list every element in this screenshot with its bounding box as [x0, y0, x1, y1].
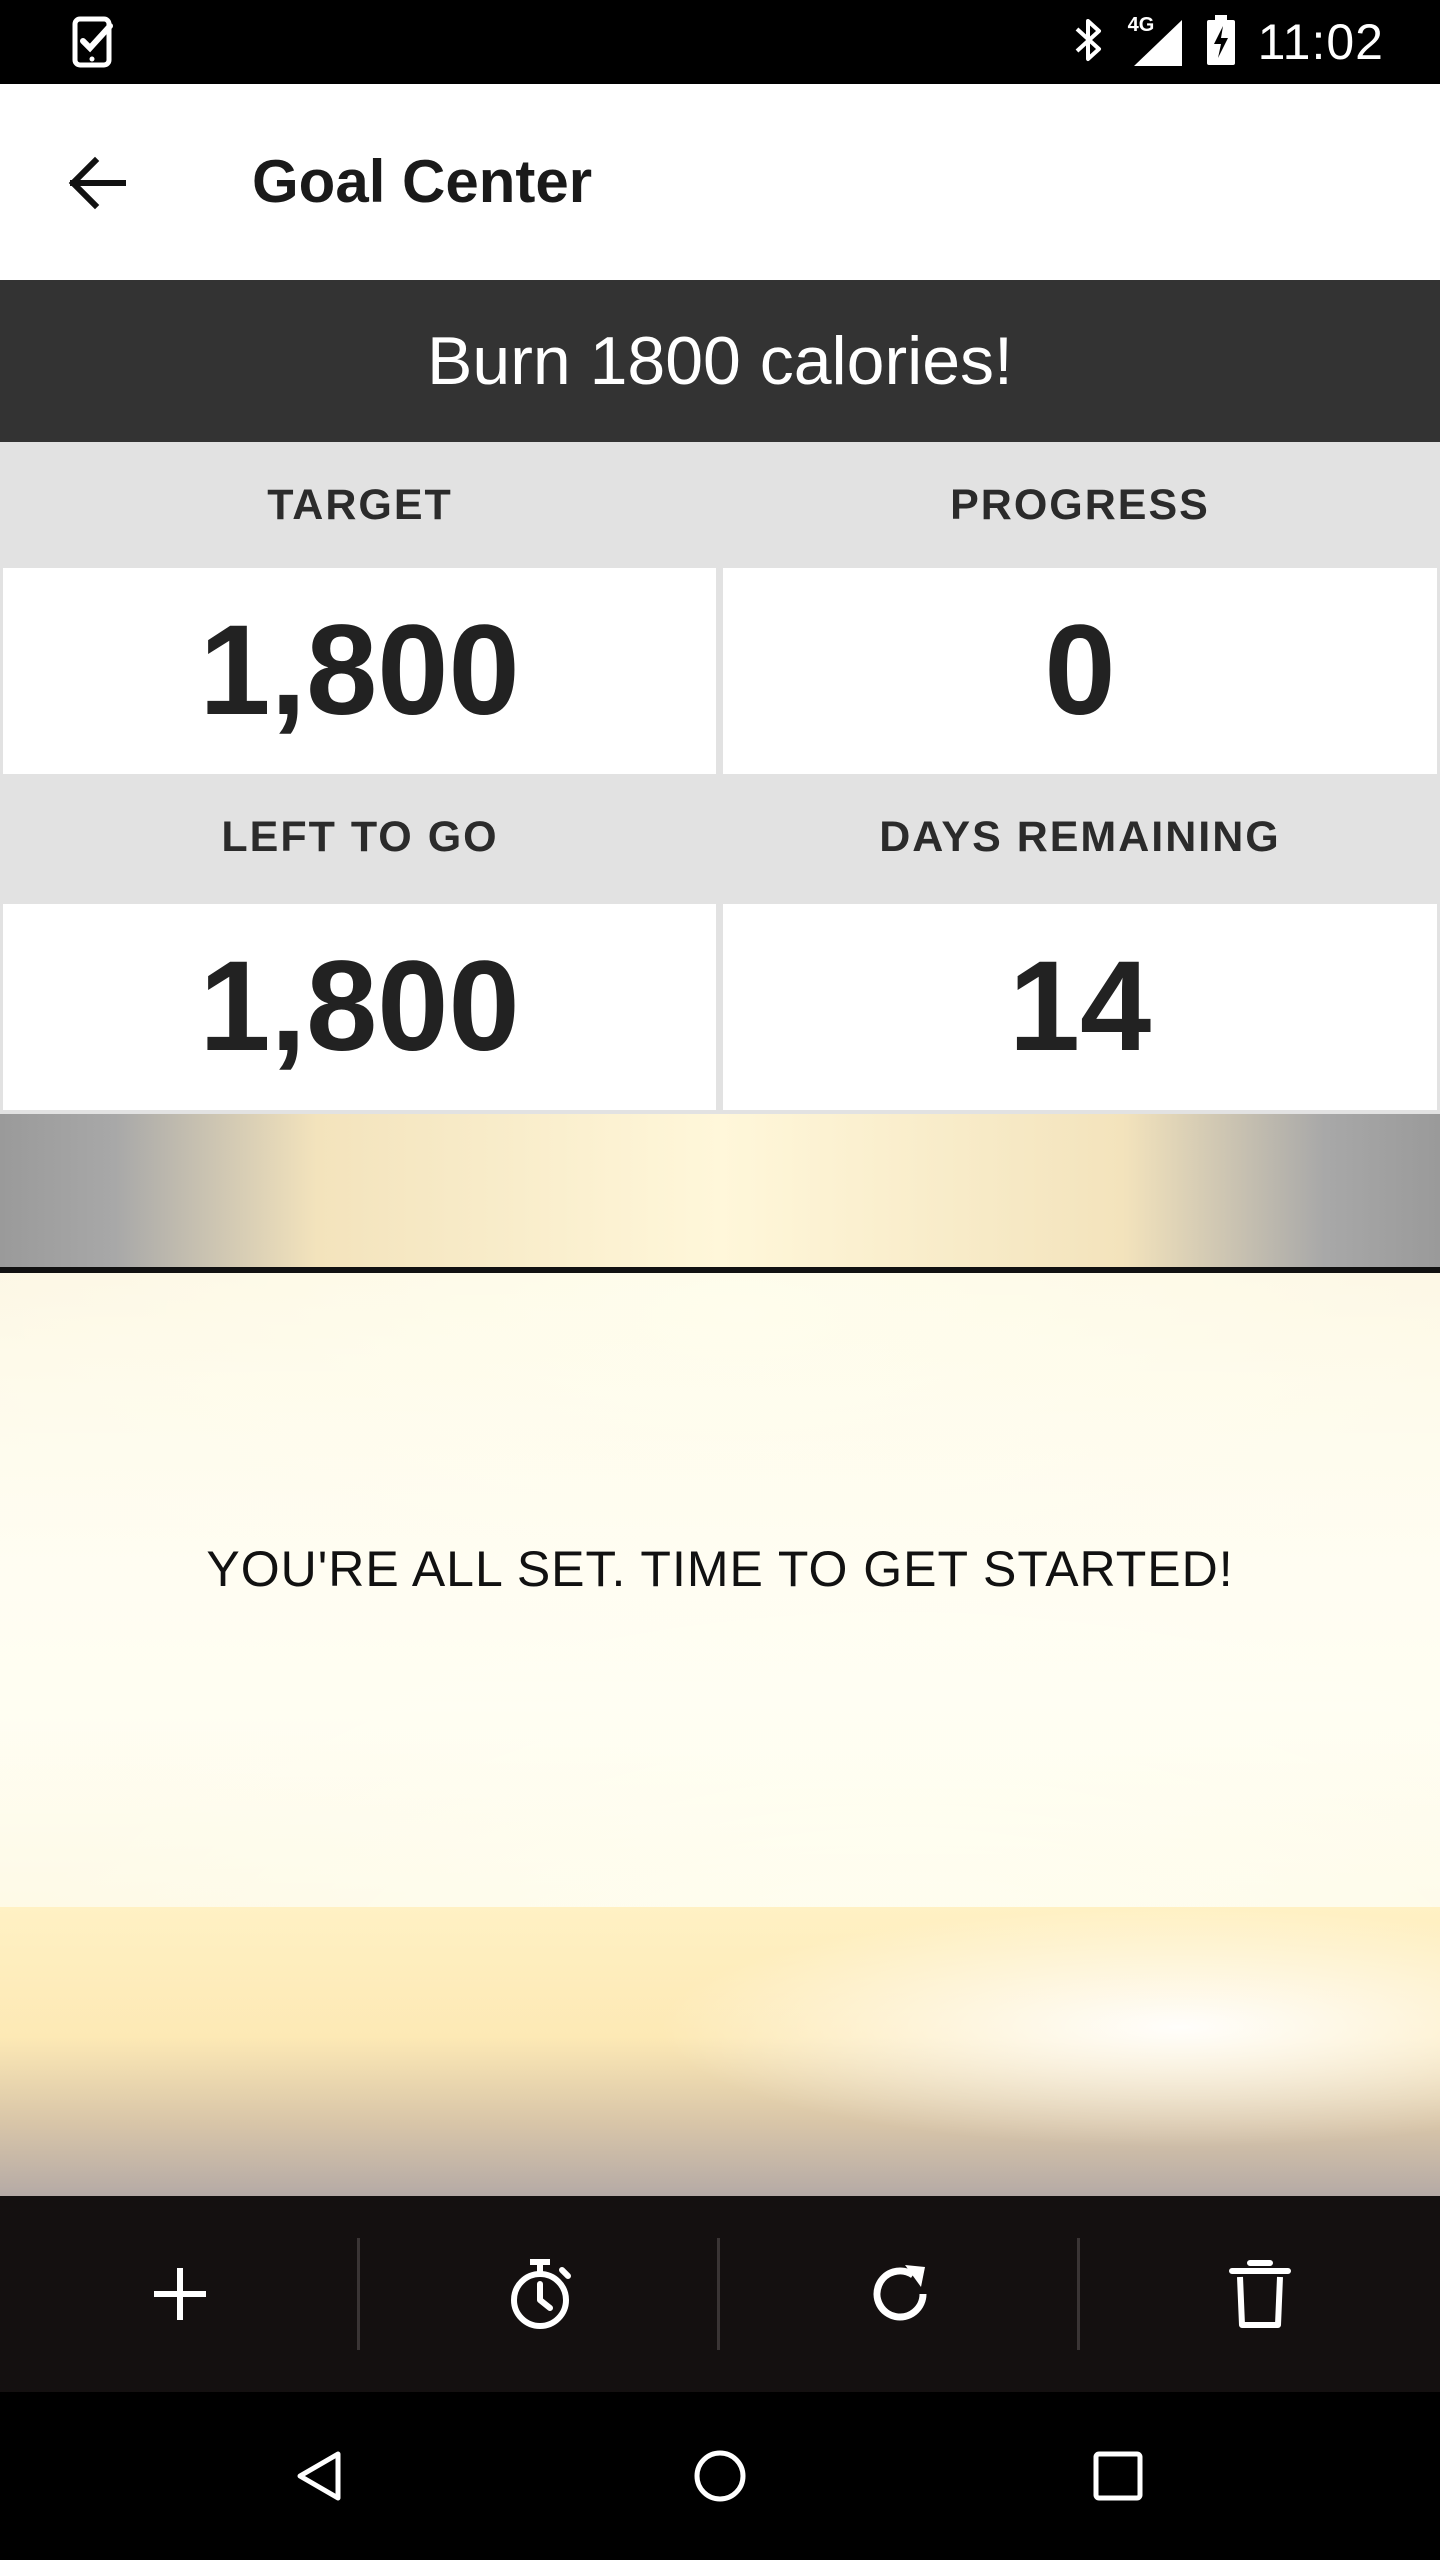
bluetooth-icon [1072, 15, 1106, 70]
target-value: 1,800 [3, 568, 716, 774]
plus-icon [154, 2268, 206, 2320]
app-bar: Goal Center [0, 84, 1440, 280]
recents-square-icon [1093, 2451, 1143, 2501]
background-lower [0, 1907, 1440, 2196]
days-remaining-label: DAYS REMAINING [879, 813, 1281, 861]
status-bar: 4G 11:02 [0, 0, 1440, 84]
status-message: YOU'RE ALL SET. TIME TO GET STARTED! [206, 1541, 1234, 1597]
status-time: 11:02 [1257, 14, 1384, 70]
nav-back-button[interactable] [270, 2426, 370, 2526]
timer-button[interactable] [360, 2196, 720, 2392]
arrow-left-icon [68, 156, 126, 210]
left-to-go-value: 1,800 [3, 904, 716, 1110]
page-title: Goal Center [252, 148, 593, 215]
target-label: TARGET [267, 481, 453, 529]
trash-icon [1229, 2260, 1291, 2328]
bottom-toolbar [0, 2196, 1440, 2392]
add-button[interactable] [0, 2196, 360, 2392]
task-check-icon [72, 16, 116, 68]
battery-charging-icon [1206, 14, 1236, 71]
background-band [0, 1114, 1440, 1270]
delete-button[interactable] [1080, 2196, 1440, 2392]
home-circle-icon [694, 2450, 746, 2502]
screen: 4G 11:02 Goal Center Burn 1800 calories!… [0, 0, 1440, 2560]
nav-home-button[interactable] [670, 2426, 770, 2526]
status-icons: 4G 11:02 [1072, 0, 1384, 84]
signal-icon: 4G [1127, 14, 1184, 68]
nav-recents-button[interactable] [1068, 2426, 1168, 2526]
back-button[interactable] [52, 138, 142, 228]
system-nav-bar [0, 2392, 1440, 2560]
network-type: 4G [1127, 14, 1155, 36]
progress-label: PROGRESS [950, 481, 1210, 529]
left-to-go-label: LEFT TO GO [221, 813, 499, 861]
stats-grid: TARGET PROGRESS 1,800 0 LEFT TO GO DAYS … [0, 442, 1440, 1114]
refresh-icon [873, 2265, 927, 2321]
days-remaining-value: 14 [723, 904, 1437, 1110]
goal-title: Burn 1800 calories! [0, 280, 1440, 442]
stopwatch-icon [511, 2259, 571, 2329]
back-triangle-icon [297, 2451, 341, 2501]
progress-value: 0 [723, 568, 1437, 774]
refresh-button[interactable] [720, 2196, 1080, 2392]
